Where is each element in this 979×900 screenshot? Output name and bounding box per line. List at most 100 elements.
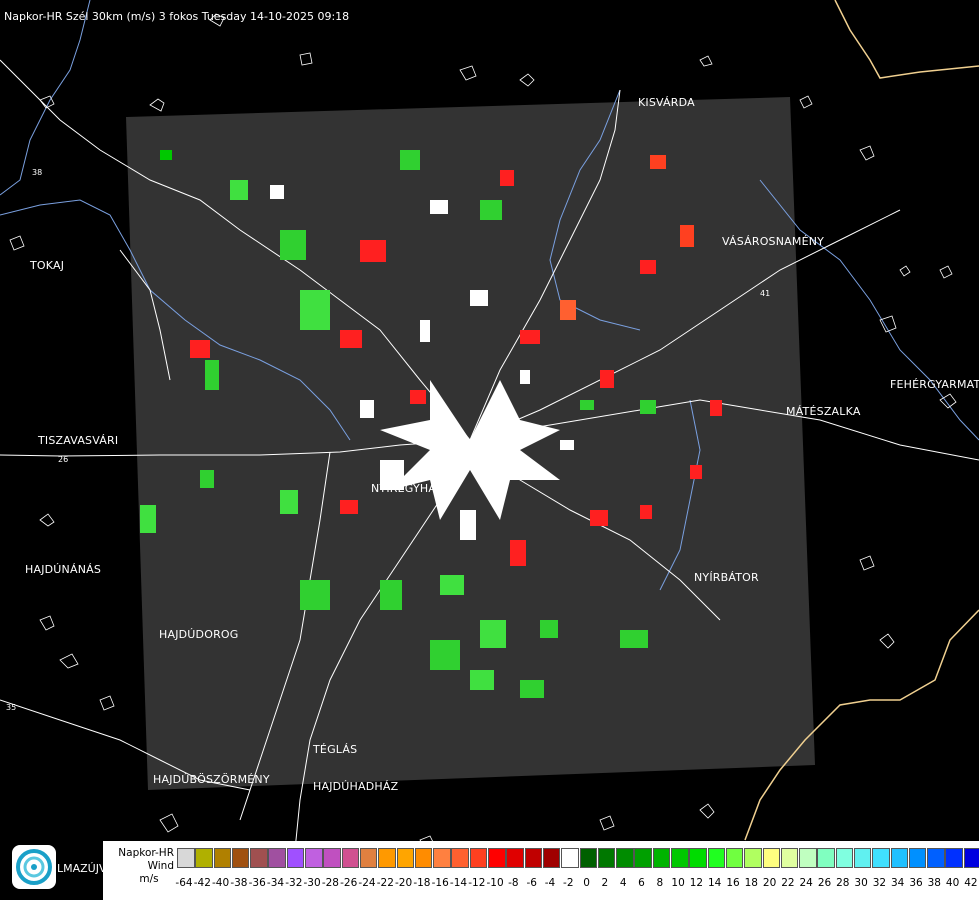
legend-swatch <box>799 848 817 868</box>
legend-swatch <box>689 848 707 868</box>
legend-tick-label: -26 <box>340 877 358 889</box>
app-logo <box>12 845 56 889</box>
legend-tick-label: -6 <box>526 877 537 889</box>
road-number: 41 <box>760 289 770 298</box>
legend-swatch <box>378 848 396 868</box>
legend-swatch <box>250 848 268 868</box>
legend-swatch <box>359 848 378 868</box>
legend-swatch <box>414 848 433 868</box>
legend-tick-label: -38 <box>230 877 248 889</box>
legend-tick-label: -36 <box>248 877 266 889</box>
legend-color-scale <box>177 848 979 868</box>
road-number: 35 <box>6 703 16 712</box>
legend-swatch <box>286 848 305 868</box>
map-title: Napkor-HR Szél 30km (m/s) 3 fokos Tuesda… <box>4 10 350 23</box>
legend-swatch <box>579 848 598 868</box>
legend-swatch <box>561 848 579 868</box>
legend-tick-label: 42 <box>964 877 978 889</box>
legend-tick-label: -64 <box>175 877 193 889</box>
legend-swatch <box>817 848 835 868</box>
river <box>0 0 91 196</box>
legend-swatch <box>469 848 488 868</box>
legend-tick-label: 8 <box>656 877 664 889</box>
legend-swatch <box>451 848 469 868</box>
legend-tick-label: 34 <box>891 877 905 889</box>
legend-tick-label: -40 <box>212 877 230 889</box>
legend-swatch <box>231 848 250 868</box>
legend-tick-label: 30 <box>854 877 868 889</box>
legend-swatch <box>963 848 979 868</box>
legend-tick-label: 0 <box>583 877 590 889</box>
town-label-nyirbator: NYÍRBÁTOR <box>694 571 759 584</box>
legend-tick-label: 24 <box>799 877 813 889</box>
road-number: 38 <box>32 168 42 177</box>
logo-swirl-icon <box>16 849 52 885</box>
country-border <box>834 0 979 79</box>
legend-swatch <box>213 848 232 868</box>
legend-tick-label: 22 <box>781 877 795 889</box>
legend-tick-label: 28 <box>836 877 850 889</box>
legend-source: Napkor-HR <box>118 847 174 859</box>
legend-tick-label: 26 <box>817 877 832 889</box>
legend-tick-label: -30 <box>303 877 321 889</box>
legend-swatch <box>323 848 341 868</box>
legend-swatch <box>908 848 927 868</box>
legend-title: Napkor-HR Wind m/s <box>104 847 174 886</box>
legend-tick-label: 20 <box>762 877 777 889</box>
legend-tick-label: -8 <box>508 877 519 889</box>
legend-swatch <box>780 848 799 868</box>
legend-swatch <box>634 848 652 868</box>
legend-swatch <box>597 848 616 868</box>
legend-swatch <box>305 848 323 868</box>
radar-map[interactable]: 38 26 35 41 <box>0 0 979 900</box>
legend-tick-label: 32 <box>872 877 887 889</box>
legend-variable: Wind <box>147 860 174 872</box>
legend-swatch <box>890 848 909 868</box>
legend-tick-label: 14 <box>708 877 722 889</box>
legend-swatch <box>853 848 872 868</box>
legend-swatch <box>396 848 415 868</box>
legend-tick-label: 6 <box>638 877 645 889</box>
legend-swatch <box>616 848 634 868</box>
legend-swatch <box>707 848 726 868</box>
legend-tick-label: -24 <box>358 877 376 889</box>
legend-swatch <box>433 848 451 868</box>
town-label-kisvarda: KISVÁRDA <box>638 96 695 109</box>
town-label-hajduboszormeny: HAJDÚBÖSZÖRMÉNY <box>153 773 270 786</box>
legend-swatch <box>927 848 945 868</box>
legend-tick-label: -10 <box>486 877 504 889</box>
town-label-hajdudorog: HAJDÚDOROG <box>159 628 239 641</box>
legend-tick-label: 10 <box>671 877 685 889</box>
legend-swatch <box>872 848 890 868</box>
town-label-hajduhadhaz: HAJDÚHADHÁZ <box>313 780 399 793</box>
legend-tick-label: -18 <box>413 877 431 889</box>
legend-swatch <box>524 848 543 868</box>
legend-swatch <box>725 848 744 868</box>
legend-tick-label: 2 <box>601 877 609 889</box>
legend-tick-label: 4 <box>619 877 627 889</box>
legend-swatch <box>762 848 780 868</box>
legend-swatch <box>488 848 506 868</box>
legend-swatch <box>945 848 963 868</box>
legend-tick-label: -22 <box>376 877 394 889</box>
legend-tick-label: -2 <box>563 877 574 889</box>
legend-swatch <box>542 848 561 868</box>
legend-tick-label: 16 <box>726 877 740 889</box>
town-label-nyiregyhaza: NYÍREGYHÁZA <box>371 482 452 495</box>
legend-tick-label: 36 <box>909 877 923 889</box>
legend-tick-label: 18 <box>744 877 758 889</box>
legend-swatch <box>671 848 689 868</box>
legend-swatch <box>835 848 854 868</box>
town-label-teglas: TÉGLÁS <box>313 743 358 756</box>
legend-tick-label: -34 <box>266 877 285 889</box>
town-label-mateszalka: MÁTÉSZALKA <box>786 405 861 418</box>
legend-unit: m/s <box>139 873 159 885</box>
road-number: 26 <box>58 455 68 464</box>
town-label-fehergyarmat: FEHÉRGYARMAT <box>890 378 979 391</box>
town-label-hajdunanas: HAJDÚNÁNÁS <box>25 563 102 576</box>
legend-tick-label: 40 <box>945 877 960 889</box>
legend-swatch <box>268 848 286 868</box>
legend-tick-label: 38 <box>927 877 941 889</box>
legend-swatch <box>177 848 195 868</box>
legend-tick-label: -20 <box>395 877 413 889</box>
